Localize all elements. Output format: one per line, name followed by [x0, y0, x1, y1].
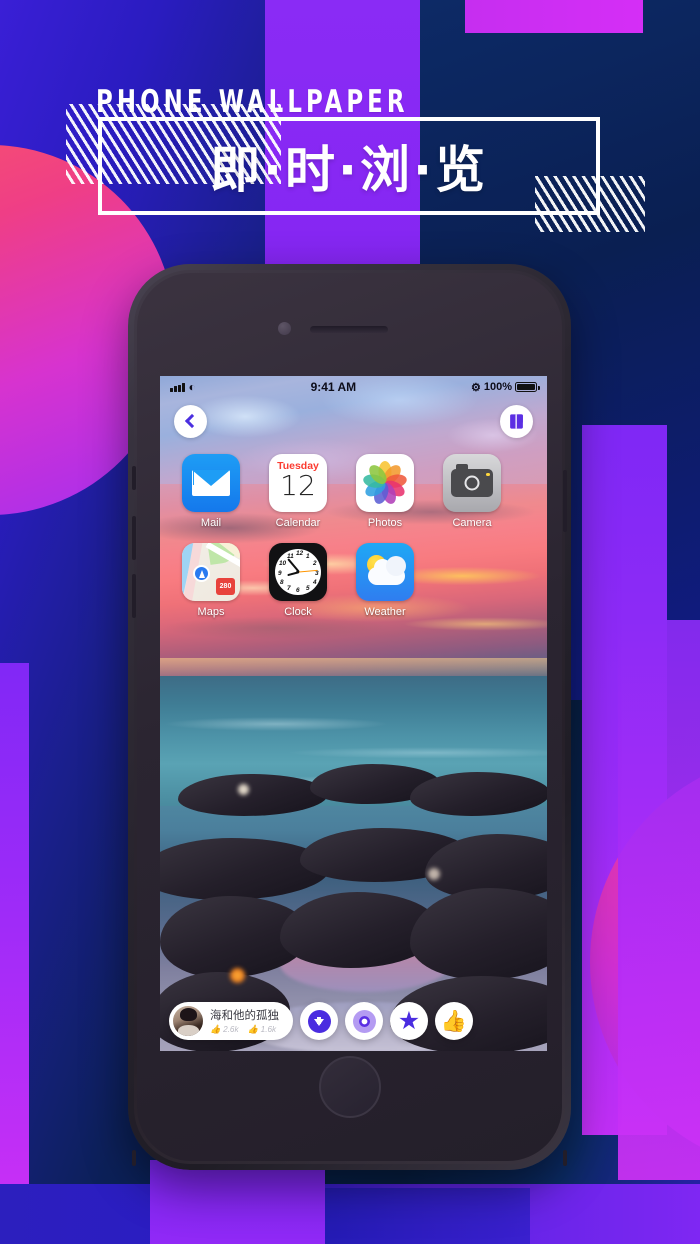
clock-face-glyph: 12 1 2 3 4 5 6 7 8 9 10 11 [275, 549, 321, 595]
download-button[interactable] [300, 1002, 338, 1040]
app-clock[interactable]: 12 1 2 3 4 5 6 7 8 9 10 11 Clock [265, 543, 331, 618]
download-icon [307, 1009, 331, 1033]
app-label: Calendar [275, 517, 321, 529]
wifi-icon: ◐ [188, 380, 196, 394]
status-bar-time: 9:41 AM [310, 380, 357, 394]
status-bar-right: ⚙ 100% [470, 381, 540, 394]
mute-switch[interactable] [132, 466, 136, 490]
likes-count: 2.6k [223, 1025, 239, 1034]
app-label: Photos [367, 517, 403, 529]
author-card[interactable]: 海和他的孤独 👍 2.6k 👍 1.6k [169, 1002, 293, 1040]
front-camera-icon [278, 322, 291, 335]
envelope-glyph [192, 470, 230, 496]
app-calendar[interactable]: Tuesday 12 Calendar [265, 454, 331, 529]
wallpaper-bokeh [230, 968, 245, 983]
maps-icon: 280 [182, 543, 240, 601]
app-label: Camera [452, 517, 492, 529]
app-label: Maps [197, 606, 225, 618]
photos-icon [356, 454, 414, 512]
camera-icon [443, 454, 501, 512]
phone-mockup: ◐ 9:41 AM ⚙ 100% Mail Tuesday 12 Calenda… [128, 264, 571, 1170]
map-route-shield: 280 [216, 578, 235, 595]
weather-icon [356, 543, 414, 601]
cloud-glyph [368, 556, 406, 585]
volume-up-button[interactable] [132, 516, 136, 560]
shape-bottom-navy-band [325, 1188, 530, 1244]
status-bar-left: ◐ [170, 381, 196, 393]
ring-target-icon [352, 1009, 376, 1033]
home-button[interactable] [318, 1056, 381, 1118]
back-chevron-icon [184, 413, 200, 429]
camera-lens-glyph [464, 475, 480, 491]
thumbs-up-icon: 👍 [247, 1024, 259, 1034]
app-grid: Mail Tuesday 12 Calendar Photos Camera 2… [160, 454, 547, 618]
bookmark-icon [510, 413, 523, 429]
camera-flash-glyph [486, 472, 490, 476]
signal-bars-icon [170, 382, 185, 392]
app-photos[interactable]: Photos [352, 454, 418, 529]
author-stats: 👍 2.6k 👍 1.6k [210, 1024, 279, 1035]
app-label: Clock [284, 606, 312, 618]
avatar [173, 1006, 203, 1036]
power-button[interactable] [563, 470, 567, 532]
app-camera[interactable]: Camera [439, 454, 505, 529]
wallpaper-action-bar: 海和他的孤独 👍 2.6k 👍 1.6k ★ 👍 [169, 1002, 538, 1040]
author-name: 海和他的孤独 [210, 1008, 279, 1022]
thumbs-count: 1.6k [260, 1025, 277, 1034]
app-weather[interactable]: Weather [352, 543, 418, 618]
back-button[interactable] [174, 404, 207, 438]
bookmark-button[interactable] [500, 404, 533, 438]
preview-button[interactable] [345, 1002, 383, 1040]
phone-antenna-line-right [563, 1150, 567, 1166]
phone-antenna-line-left [132, 1150, 136, 1166]
stat-likes: 👍 2.6k [210, 1024, 239, 1035]
phone-screen[interactable]: ◐ 9:41 AM ⚙ 100% Mail Tuesday 12 Calenda… [160, 376, 547, 1051]
star-icon: ★ [397, 1006, 421, 1035]
author-meta: 海和他的孤独 👍 2.6k 👍 1.6k [210, 1007, 279, 1035]
promo-headline: 即·时·浏·览 [210, 141, 488, 199]
favorite-button[interactable]: ★ [390, 1002, 428, 1040]
wallpaper-bokeh [238, 784, 249, 795]
promo-kicker: PHONE WALLPAPER [96, 84, 409, 120]
calendar-day: 12 [280, 469, 316, 502]
battery-full-icon [515, 382, 540, 392]
shape-purple-left-column [0, 663, 29, 1184]
screen-nav-row [160, 400, 547, 442]
camera-body-glyph [451, 464, 493, 497]
status-bar: ◐ 9:41 AM ⚙ 100% [160, 376, 547, 398]
thumbs-up-icon: 👍 [440, 1009, 468, 1033]
promo-header: PHONE WALLPAPER 即·时·浏·览 [0, 0, 700, 240]
volume-down-button[interactable] [132, 574, 136, 618]
app-row: Mail Tuesday 12 Calendar Photos Camera [178, 454, 529, 529]
like-button[interactable]: 👍 [435, 1002, 473, 1040]
app-row: 280 Maps 12 1 2 3 4 5 6 7 8 9 10 11 Cloc… [178, 543, 529, 618]
thumbs-up-icon: 👍 [210, 1024, 221, 1034]
wallpaper-rock [410, 772, 547, 816]
calendar-icon: Tuesday 12 [269, 454, 327, 512]
bluetooth-icon: ⚙ [470, 381, 481, 394]
stat-thumbs: 👍 1.6k [248, 1024, 277, 1035]
clock-icon: 12 1 2 3 4 5 6 7 8 9 10 11 [269, 543, 327, 601]
mail-icon [182, 454, 240, 512]
app-label: Weather [364, 606, 406, 618]
app-maps[interactable]: 280 Maps [178, 543, 244, 618]
earpiece-speaker [310, 326, 388, 333]
shape-bottom-purple-chunk [150, 1160, 325, 1244]
battery-percent-label: 100% [483, 381, 512, 393]
app-mail[interactable]: Mail [178, 454, 244, 529]
phone-body: ◐ 9:41 AM ⚙ 100% Mail Tuesday 12 Calenda… [132, 270, 567, 1166]
pinwheel-glyph [362, 461, 408, 506]
shape-purple-right-block-2 [618, 620, 700, 1180]
app-label: Mail [200, 517, 222, 529]
map-location-icon [193, 565, 210, 582]
wallpaper-bokeh [428, 868, 440, 880]
